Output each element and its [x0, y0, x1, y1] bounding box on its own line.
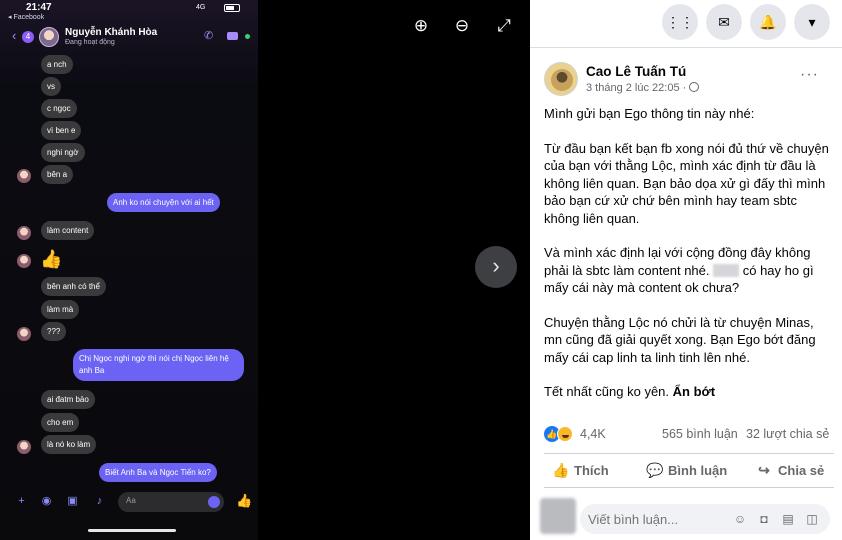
speech-bubble-icon: 💬 — [646, 462, 664, 478]
video-call-icon — [227, 32, 238, 40]
emoji-icon[interactable]: ☺ — [732, 511, 748, 527]
back-to-app-label: ◂ Facebook — [8, 14, 45, 21]
shares-count[interactable]: 32 lượt chia sẻ — [746, 427, 829, 441]
post-timestamp[interactable]: 3 tháng 2 lúc 22:05 · — [586, 82, 700, 94]
thumbs-up-icon: 👍 — [552, 462, 570, 478]
fullscreen-icon[interactable]: ⤢ — [492, 14, 516, 38]
post-closing: Tết nhất cũng ko yên. — [544, 384, 670, 399]
gallery-icon: ▣ — [67, 495, 78, 507]
sticker-icon[interactable]: ◫ — [804, 511, 820, 527]
sender-avatar — [17, 254, 31, 268]
post-paragraph: Chuyện thằng Lộc nó chửi là từ chuyện Mi… — [544, 314, 816, 365]
share-label: Chia sẻ — [778, 463, 825, 478]
emoji-icon — [208, 496, 220, 508]
share-arrow-icon: ↪ — [758, 462, 770, 478]
message-incoming: ??? — [41, 322, 67, 341]
photo-viewer: 21:47 ◂ Facebook 4G ‹ 4 Nguyễn Khánh Hòa… — [0, 0, 530, 540]
message-incoming: làm mà — [41, 300, 80, 319]
user-avatar — [540, 498, 576, 534]
message-incoming: là nó ko làm — [41, 435, 97, 454]
account-menu-icon[interactable]: ▾ — [794, 4, 830, 40]
message-outgoing: Biết Anh Ba và Ngọc Tiến ko? — [99, 463, 217, 482]
post-paragraph: Từ đầu bạn kết bạn fb xong nói đủ thứ về… — [544, 140, 829, 226]
actions-divider-bottom — [544, 487, 834, 488]
share-button[interactable]: ↪ Chia sẻ — [756, 458, 824, 482]
contact-avatar — [39, 27, 59, 47]
sender-avatar — [17, 169, 31, 183]
message-incoming: cho em — [41, 413, 80, 432]
thumbs-up-sticker-icon: 👍 — [40, 249, 63, 269]
message-outgoing: Anh ko nói chuyện với ai hết — [107, 193, 220, 212]
microphone-icon: ♪ — [96, 495, 103, 507]
message-incoming: a nch — [41, 55, 73, 74]
comment-input[interactable] — [588, 509, 728, 529]
next-photo-button[interactable]: › — [475, 246, 517, 288]
phone-call-icon: ✆ — [204, 30, 214, 42]
post-body: Mình gửi bạn Ego thông tin này nhé: Từ đ… — [544, 105, 834, 418]
unread-badge: 4 — [22, 31, 34, 43]
back-arrow-icon: ‹ — [12, 28, 17, 43]
comment-button[interactable]: 💬 Bình luận — [646, 458, 727, 482]
actions-divider-top — [544, 453, 834, 454]
contact-name: Nguyễn Khánh Hòa — [65, 27, 158, 38]
like-button[interactable]: 👍 Thích — [552, 458, 609, 482]
haha-reaction-icon — [557, 426, 573, 442]
notifications-bell-icon[interactable]: 🔔 — [750, 4, 786, 40]
sender-avatar — [17, 440, 31, 454]
home-indicator — [88, 529, 176, 532]
reaction-count[interactable]: 4,4K — [580, 427, 606, 441]
post-author[interactable]: Cao Lê Tuấn Tú — [586, 64, 686, 79]
menu-grid-icon[interactable]: ⋮⋮ — [662, 4, 698, 40]
globe-icon — [689, 82, 700, 92]
sender-avatar — [17, 327, 31, 341]
messenger-icon[interactable]: ✉ — [706, 4, 742, 40]
header-divider — [530, 47, 842, 48]
message-input-placeholder: Aa — [126, 496, 136, 505]
message-incoming: c ngọc — [41, 99, 77, 118]
message-incoming: bên anh có thể — [41, 277, 106, 296]
online-dot — [245, 34, 250, 39]
author-avatar[interactable] — [544, 62, 578, 96]
message-incoming: bên a — [41, 165, 74, 184]
battery-icon — [224, 4, 240, 12]
message-incoming: vì ben e — [41, 121, 82, 140]
timestamp-text: 3 tháng 2 lúc 22:05 · — [586, 82, 687, 94]
message-outgoing: Chị Ngọc nghi ngờ thì nói chị Ngọc liên … — [73, 349, 244, 381]
more-options-icon[interactable]: ··· — [800, 66, 819, 84]
gif-icon[interactable]: ▤ — [780, 511, 796, 527]
see-less-link[interactable]: Ẩn bớt — [673, 384, 715, 399]
message-incoming: vs — [41, 77, 61, 96]
post-panel: ⋮⋮ ✉ 🔔 ▾ Cao Lê Tuấn Tú 3 tháng 2 lúc 22… — [530, 0, 842, 540]
redacted-name — [713, 263, 740, 277]
messenger-screenshot: 21:47 ◂ Facebook 4G ‹ 4 Nguyễn Khánh Hòa… — [0, 0, 258, 540]
comments-count[interactable]: 565 bình luận — [662, 427, 738, 441]
chat-header: ‹ 4 Nguyễn Khánh Hòa Đang hoạt động ✆ — [0, 22, 258, 52]
thumbs-up-icon: 👍 — [236, 493, 253, 508]
status-time: 21:47 — [26, 2, 52, 13]
message-incoming: ai đatm bảo — [41, 390, 95, 409]
phone-status-bar: 21:47 ◂ Facebook 4G — [0, 0, 258, 22]
comment-composer[interactable]: ☺ ◘ ▤ ◫ — [580, 504, 830, 534]
message-composer: + ◉ ▣ ♪ Aa 👍 — [0, 488, 258, 518]
zoom-out-icon[interactable]: ⊖ — [450, 14, 474, 38]
plus-icon: + — [18, 495, 25, 507]
like-label: Thích — [574, 463, 609, 478]
zoom-in-icon[interactable]: ⊕ — [409, 14, 433, 38]
sender-avatar — [17, 226, 31, 240]
message-incoming: làm content — [41, 221, 95, 240]
post-paragraph: Mình gửi bạn Ego thông tin này nhé: — [544, 106, 755, 121]
contact-status: Đang hoạt động — [65, 39, 115, 46]
post-paragraph: Và mình xác định lại với cộng đồng đây k… — [544, 244, 834, 297]
post-paragraph: Tết nhất cũng ko yên. Ẩn bớt — [544, 383, 834, 401]
message-incoming: nghi ngờ — [41, 143, 85, 162]
camera-icon[interactable]: ◘ — [756, 511, 772, 527]
network-indicator: 4G — [196, 4, 206, 11]
comment-label: Bình luận — [668, 463, 728, 478]
reactions-bar: 👍 4,4K 565 bình luận 32 lượt chia sẻ — [544, 424, 834, 444]
camera-icon: ◉ — [41, 495, 52, 507]
